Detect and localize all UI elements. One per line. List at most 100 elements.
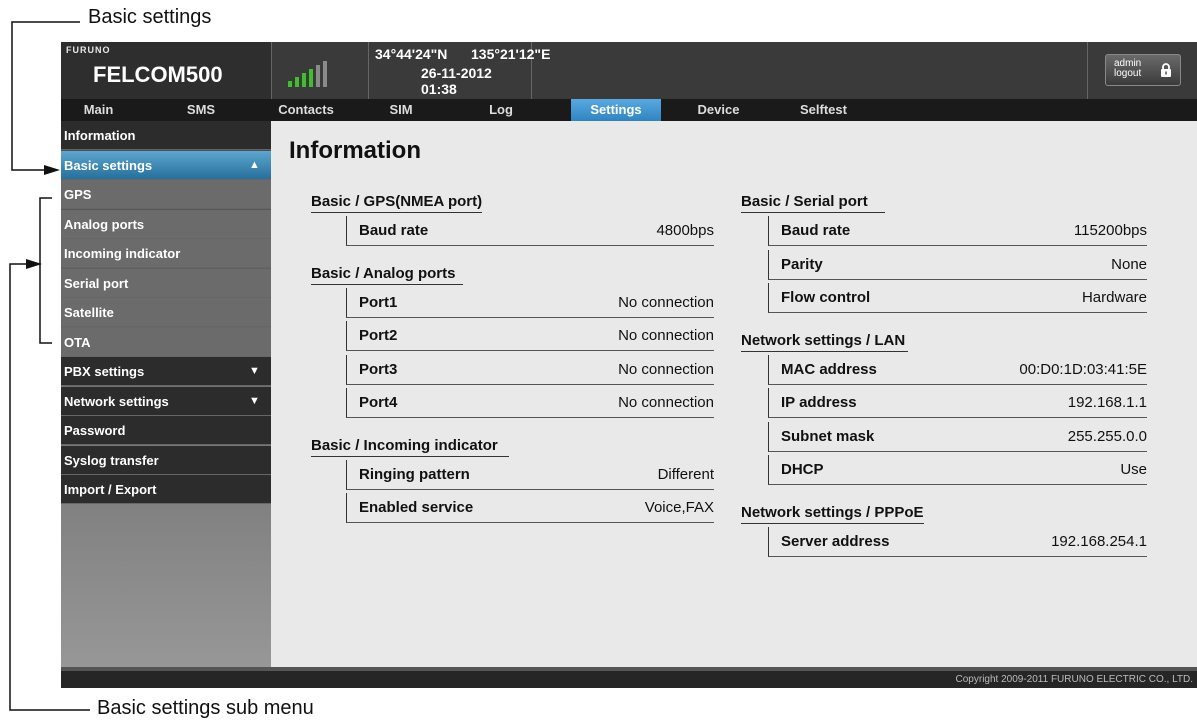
sidebar-item-import-export[interactable]: Import / Export xyxy=(61,475,271,504)
info-row: Flow control Hardware xyxy=(768,283,1147,313)
section-title: Basic / Serial port xyxy=(741,193,886,213)
expand-arrow-icon: ▼ xyxy=(249,365,260,377)
copyright: Copyright 2009-2011 FURUNO ELECTRIC CO.,… xyxy=(955,674,1193,685)
product-name: FELCOM500 xyxy=(93,62,223,87)
info-key: Baud rate xyxy=(781,222,851,239)
info-row: DHCP Use xyxy=(768,455,1147,485)
info-key: DHCP xyxy=(781,461,824,478)
section-title: Network settings / LAN xyxy=(741,332,909,352)
info-row: Server address 192.168.254.1 xyxy=(768,526,1147,557)
sidebar-item-analog-ports[interactable]: Analog ports xyxy=(61,209,271,239)
info-row: IP address 192.168.1.1 xyxy=(768,388,1147,418)
position-display: 34°44'24"N 135°21'12"E 26-11-2012 01:38 xyxy=(367,42,550,99)
tab-sms[interactable]: SMS xyxy=(161,99,241,121)
sub-menu-bracket xyxy=(39,197,52,344)
section-title: Basic / GPS(NMEA port) xyxy=(311,193,483,213)
signal-bar xyxy=(323,61,327,87)
info-value: No connection xyxy=(618,327,714,344)
tab-sim[interactable]: SIM xyxy=(361,99,441,121)
main-nav: Main SMS Contacts SIM Log Settings Device Selft… xyxy=(61,99,1197,121)
info-value: 115200bps xyxy=(1073,222,1147,239)
info-value: Different xyxy=(657,465,714,483)
header-bar: FURUNO FELCOM500 34°44'24"N 135°21'12"E … xyxy=(61,42,1197,99)
info-key: Server address xyxy=(781,532,890,550)
date-time: 26-11-2012 01:38 xyxy=(421,65,492,97)
signal-strength-icon xyxy=(288,57,348,87)
collapse-arrow-icon: ▲ xyxy=(249,158,260,171)
info-row: Port4 No connection xyxy=(346,388,714,418)
info-value: 192.168.1.1 xyxy=(1067,394,1147,411)
sidebar-item-ota[interactable]: OTA xyxy=(61,327,271,357)
sidebar-item-label: Analog ports xyxy=(64,216,145,232)
lock-icon xyxy=(1161,63,1171,77)
sidebar-item-syslog-transfer[interactable]: Syslog transfer xyxy=(61,445,271,475)
info-row: Enabled service Voice,FAX xyxy=(346,493,714,523)
sidebar-item-label: Network settings xyxy=(64,393,169,409)
info-key: Flow control xyxy=(781,289,871,306)
info-row: Baud rate 115200bps xyxy=(768,216,1147,246)
logo-area: FURUNO FELCOM500 xyxy=(61,42,271,99)
sidebar-item-basic-settings[interactable]: Basic settings ▲ xyxy=(61,150,271,180)
sidebar-item-label: Import / Export xyxy=(64,482,157,497)
sidebar-item-serial-port[interactable]: Serial port xyxy=(61,268,271,298)
info-value: No connection xyxy=(618,360,714,378)
info-row: Port3 No connection xyxy=(346,354,714,385)
info-key: Ringing pattern xyxy=(359,465,470,483)
info-key: Parity xyxy=(781,255,823,273)
info-row: Parity None xyxy=(768,249,1147,280)
admin-area: admin logout xyxy=(1087,42,1197,99)
sidebar-item-label: Serial port xyxy=(64,275,129,291)
info-key: MAC address xyxy=(781,360,877,378)
sidebar-item-label: Password xyxy=(64,423,126,438)
info-key: Baud rate xyxy=(359,222,429,239)
footer-bar: Copyright 2009-2011 FURUNO ELECTRIC CO.,… xyxy=(61,667,1197,688)
tab-selftest[interactable]: Selftest xyxy=(771,99,876,121)
sidebar-item-label: Incoming indicator xyxy=(64,246,181,261)
info-row: Port2 No connection xyxy=(346,321,714,351)
tab-contacts[interactable]: Contacts xyxy=(271,99,341,121)
tab-settings[interactable]: Settings xyxy=(571,99,661,121)
info-row: Port1 No connection xyxy=(346,287,714,318)
info-value: Voice,FAX xyxy=(644,499,714,516)
sidebar-item-network-settings[interactable]: Network settings ▼ xyxy=(61,386,271,416)
tab-main[interactable]: Main xyxy=(61,99,136,121)
sidebar-item-label: Basic settings xyxy=(64,157,153,173)
info-key: Port4 xyxy=(359,394,398,411)
sidebar-item-incoming-indicator[interactable]: Incoming indicator xyxy=(61,239,271,268)
app-window: FURUNO FELCOM500 34°44'24"N 135°21'12"E … xyxy=(61,42,1197,688)
info-key: Port1 xyxy=(359,293,398,311)
expand-arrow-icon: ▼ xyxy=(249,394,260,407)
sidebar-item-pbx-settings[interactable]: PBX settings ▼ xyxy=(61,357,271,386)
signal-bar xyxy=(288,81,292,87)
sidebar-item-label: Information xyxy=(64,128,136,143)
page-title: Information xyxy=(289,137,421,164)
info-key: Port3 xyxy=(359,360,398,378)
info-value: 192.168.254.1 xyxy=(1051,532,1147,550)
info-row: MAC address 00:D0:1D:03:41:5E xyxy=(768,354,1147,385)
logout-text: logout xyxy=(1114,68,1142,79)
sidebar-item-label: PBX settings xyxy=(64,364,145,379)
info-value: None xyxy=(1111,255,1147,273)
sidebar-item-information[interactable]: Information xyxy=(61,121,271,150)
info-value: Use xyxy=(1120,461,1147,478)
sidebar-item-label: Syslog transfer xyxy=(64,452,159,468)
sidebar-item-label: Satellite xyxy=(64,305,114,320)
sidebar-item-password[interactable]: Password xyxy=(61,416,271,445)
info-value: 255.255.0.0 xyxy=(1067,427,1147,445)
signal-bar xyxy=(309,69,313,87)
sidebar-item-gps[interactable]: GPS xyxy=(61,180,271,209)
sidebar-item-label: OTA xyxy=(64,334,91,350)
tab-log[interactable]: Log xyxy=(461,99,541,121)
info-row: Baud rate 4800bps xyxy=(346,216,714,246)
tab-device[interactable]: Device xyxy=(671,99,766,121)
sidebar-item-satellite[interactable]: Satellite xyxy=(61,298,271,327)
signal-bar xyxy=(316,65,320,87)
info-value: No connection xyxy=(618,293,714,311)
logout-button[interactable]: admin logout xyxy=(1105,54,1181,86)
info-key: IP address xyxy=(781,394,857,411)
signal-bar xyxy=(295,77,299,87)
logout-label: admin logout xyxy=(1114,59,1141,79)
signal-area xyxy=(271,42,369,99)
sidebar-item-label: GPS xyxy=(64,187,92,202)
info-value: No connection xyxy=(618,394,714,411)
